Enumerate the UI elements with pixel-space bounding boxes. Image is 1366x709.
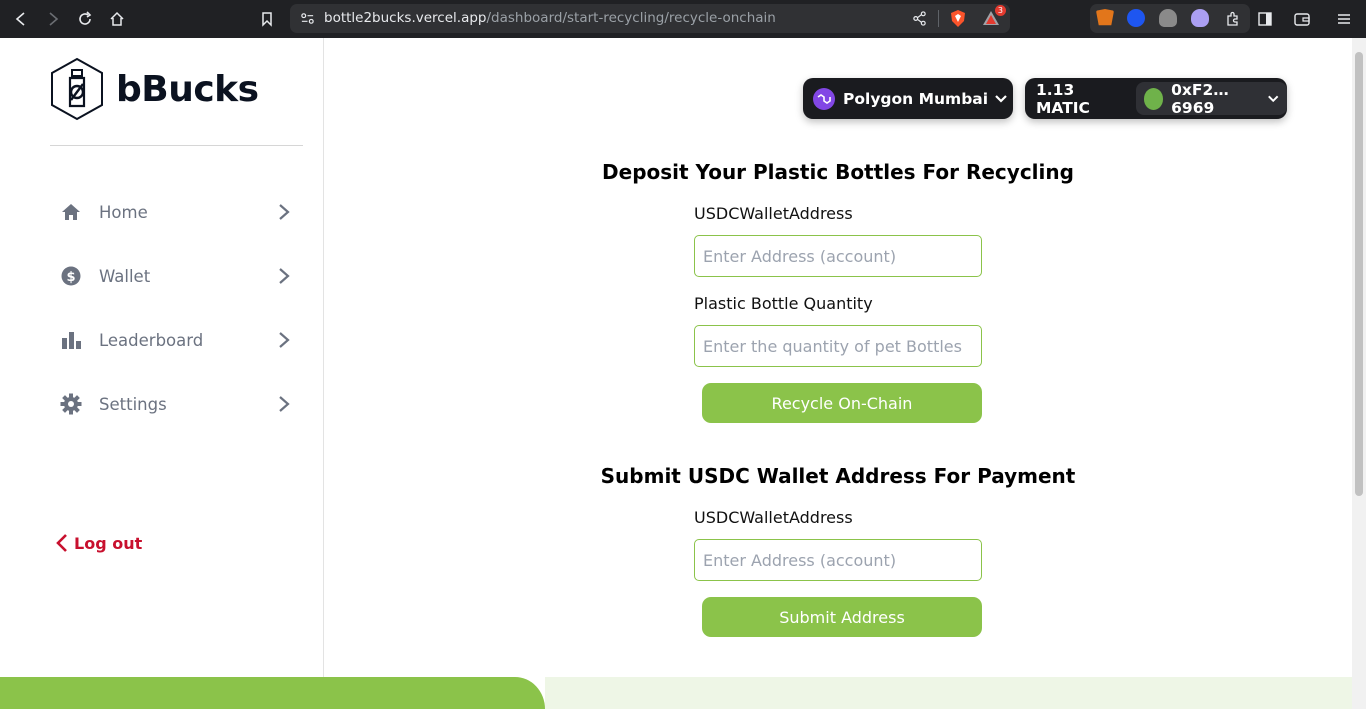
bookmark-icon[interactable] [256,8,278,30]
reload-icon[interactable] [74,8,96,30]
brand-name: bBucks [116,68,259,110]
gear-icon [60,393,82,415]
deposit-address-label: USDCWalletAddress [694,204,853,223]
sidebar-item-label: Leaderboard [99,330,204,350]
bar-chart-icon [60,329,82,351]
network-selector[interactable]: Polygon Mumbai [803,78,1013,119]
menu-icon[interactable] [1333,8,1355,30]
phantom-extension-icon[interactable] [1191,9,1209,27]
account-address: 0xF2…6969 [1171,80,1229,117]
metamask-extension-icon[interactable] [1096,9,1114,26]
submit-address-button[interactable]: Submit Address [702,597,982,637]
avatar [1143,87,1164,110]
sidebar-item-home[interactable]: Home [60,194,292,230]
svg-text:$: $ [66,270,75,285]
brave-shields-icon[interactable] [949,9,967,28]
share-icon[interactable] [912,11,927,26]
sidebar-item-label: Home [99,202,148,222]
home-page-icon[interactable] [106,8,128,30]
account-address-chip[interactable]: 0xF2…6969 [1135,80,1287,117]
chevron-left-icon [56,534,67,552]
sidebar-item-label: Settings [99,394,167,414]
logout-label: Log out [74,533,143,553]
wallet-balance: 1.13 MATIC [1036,80,1090,117]
chevron-right-icon [279,268,290,284]
account-button[interactable]: 1.13 MATIC 0xF2…6969 [1025,78,1287,119]
wallet-icon[interactable] [1291,8,1313,30]
polygon-icon [813,87,835,110]
forward-icon[interactable] [42,8,64,30]
bottle-logo-icon [51,57,103,121]
sidebar-item-wallet[interactable]: $ Wallet [60,258,292,294]
network-name: Polygon Mumbai [843,89,989,108]
browser-toolbar: bottle2bucks.vercel.app/dashboard/start-… [0,0,1366,38]
footer-light-band [545,677,1352,709]
url-path: /dashboard/start-recycling/recycle-oncha… [486,10,776,26]
home-icon [60,201,82,223]
coinbase-extension-icon[interactable] [1127,9,1145,27]
recycle-onchain-button[interactable]: Recycle On-Chain [702,383,982,423]
url-host: bottle2bucks.vercel.app [324,10,487,26]
payment-title: Submit USDC Wallet Address For Payment [600,464,1076,488]
extensions-puzzle-icon[interactable] [1222,8,1244,30]
chevron-right-icon [279,332,290,348]
back-icon[interactable] [10,8,32,30]
rewards-badge: 3 [994,5,1006,16]
main-content: Polygon Mumbai 1.13 MATIC 0xF2…6969 Depo… [324,38,1352,677]
deposit-title: Deposit Your Plastic Bottles For Recycli… [602,160,1074,184]
rabby-extension-icon[interactable] [1159,9,1177,27]
sidebar-item-label: Wallet [99,266,151,286]
url-divider [938,10,939,27]
brand-logo[interactable]: bBucks [48,56,259,122]
address-bar[interactable]: bottle2bucks.vercel.app/dashboard/start-… [290,4,1010,33]
sidebar-item-leaderboard[interactable]: Leaderboard [60,322,292,358]
payment-address-label: USDCWalletAddress [694,508,853,527]
scrollbar-thumb[interactable] [1355,52,1363,496]
bottle-quantity-input[interactable] [694,325,982,367]
brave-rewards-icon[interactable]: 3 [982,5,1006,27]
footer-green-band [0,677,545,709]
logout-button[interactable]: Log out [54,532,142,554]
chevron-right-icon [279,204,290,220]
payment-address-input[interactable] [694,539,982,581]
chevron-right-icon [279,396,290,412]
chevron-down-icon [1267,95,1278,102]
bottle-quantity-label: Plastic Bottle Quantity [694,294,873,313]
sidebar-toggle-icon[interactable] [1254,8,1276,30]
url-text: bottle2bucks.vercel.app/dashboard/start-… [324,10,776,26]
deposit-address-input[interactable] [694,235,982,277]
sidebar-divider [50,145,303,146]
dollar-coin-icon: $ [60,265,82,287]
sidebar-item-settings[interactable]: Settings [60,386,292,422]
chevron-down-icon [995,94,1007,103]
page-scrollbar[interactable] [1352,38,1366,709]
site-settings-icon[interactable] [300,11,315,26]
sidebar: bBucks Home $ Wallet Leaderboard Setting… [0,38,324,677]
